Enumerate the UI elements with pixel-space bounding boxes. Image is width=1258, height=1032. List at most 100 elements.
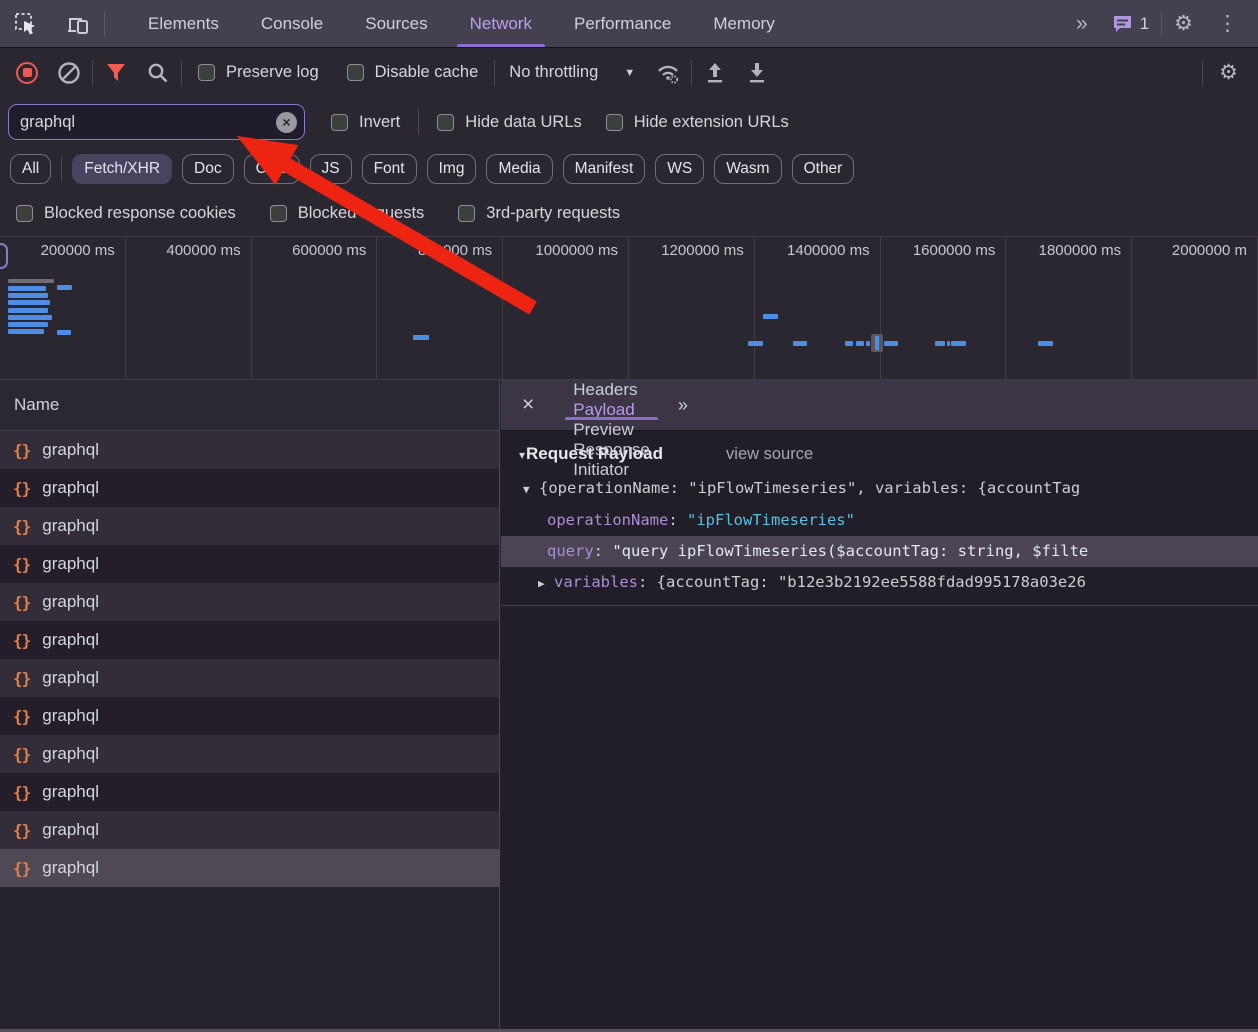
detail-tab-payload[interactable]: Payload	[555, 400, 668, 420]
third-party-checkbox[interactable]	[458, 205, 475, 222]
divider	[1202, 60, 1203, 86]
chip-img[interactable]: Img	[427, 154, 477, 184]
timeline-request-bar	[8, 315, 52, 320]
hide-extension-urls-checkbox[interactable]	[606, 114, 623, 131]
more-panels-icon[interactable]: »	[1064, 12, 1100, 36]
tab-memory[interactable]: Memory	[692, 0, 795, 47]
token-key: variables	[554, 573, 638, 591]
request-type-chips: All Fetch/XHR Doc CSS JS Font Img Media Manifest…	[0, 147, 1258, 190]
expanded-arrow-icon[interactable]: ▼	[523, 474, 539, 505]
hide-data-urls-toggle[interactable]: Hide data URLs	[425, 113, 593, 132]
request-row[interactable]: {}graphql	[0, 735, 499, 773]
detail-tab-headers[interactable]: Headers	[555, 380, 668, 400]
section-collapse-icon[interactable]: ▾	[519, 448, 525, 462]
filter-input[interactable]	[9, 113, 259, 132]
detail-tab-strip: × HeadersPayloadPreviewResponseInitiator…	[501, 380, 1258, 431]
blocked-cookies-toggle[interactable]: Blocked response cookies	[4, 204, 248, 223]
chip-ws[interactable]: WS	[655, 154, 704, 184]
chip-js[interactable]: JS	[310, 154, 352, 184]
filter-box: ×	[8, 104, 305, 140]
network-conditions-button[interactable]	[649, 56, 687, 90]
request-row[interactable]: {}graphql	[0, 469, 499, 507]
view-source-link[interactable]: view source	[726, 445, 813, 464]
invert-checkbox[interactable]	[331, 114, 348, 131]
issues-counter[interactable]: 1	[1100, 14, 1161, 34]
invert-toggle[interactable]: Invert	[319, 113, 412, 132]
payload-tree-line[interactable]: ▶variables: {accountTag: "b12e3b2192ee55…	[501, 567, 1258, 599]
third-party-toggle[interactable]: 3rd-party requests	[446, 204, 632, 223]
overview-drag-handle[interactable]	[0, 243, 8, 269]
inspect-element-icon[interactable]	[0, 0, 52, 47]
tab-performance[interactable]: Performance	[553, 0, 692, 47]
request-row[interactable]: {}graphql	[0, 811, 499, 849]
chip-all[interactable]: All	[10, 154, 51, 184]
record-network-log-button[interactable]	[8, 56, 46, 90]
chip-other[interactable]: Other	[792, 154, 855, 184]
network-overview-timeline[interactable]: 200000 ms400000 ms600000 ms800000 ms1000…	[0, 236, 1258, 380]
timeline-request-bar	[8, 308, 48, 313]
timeline-request-bar	[951, 341, 966, 346]
payload-tree-line[interactable]: query: "query ipFlowTimeseries($accountT…	[501, 536, 1258, 567]
payload-tree-line[interactable]: operationName: "ipFlowTimeseries"	[501, 505, 1258, 536]
request-row[interactable]: {}graphql	[0, 849, 499, 887]
tab-console[interactable]: Console	[240, 0, 344, 47]
tab-elements[interactable]: Elements	[127, 0, 240, 47]
disable-cache-checkbox[interactable]	[347, 64, 364, 81]
import-har-button[interactable]	[696, 56, 734, 90]
request-name: graphql	[42, 782, 99, 802]
clear-filter-icon[interactable]: ×	[276, 112, 297, 133]
chip-doc[interactable]: Doc	[182, 154, 234, 184]
hide-extension-urls-toggle[interactable]: Hide extension URLs	[594, 113, 801, 132]
request-row[interactable]: {}graphql	[0, 773, 499, 811]
filter-toggle-button[interactable]	[97, 56, 135, 90]
detail-tab-preview[interactable]: Preview	[555, 420, 668, 440]
request-name: graphql	[42, 592, 99, 612]
preserve-log-checkbox[interactable]	[198, 64, 215, 81]
request-row[interactable]: {}graphql	[0, 621, 499, 659]
request-row[interactable]: {}graphql	[0, 659, 499, 697]
chip-wasm[interactable]: Wasm	[714, 154, 781, 184]
name-column-header[interactable]: Name	[0, 380, 499, 431]
search-button[interactable]	[139, 56, 177, 90]
device-toolbar-icon[interactable]	[52, 0, 104, 47]
blocked-requests-checkbox[interactable]	[270, 205, 287, 222]
preserve-log-toggle[interactable]: Preserve log	[186, 63, 331, 82]
settings-gear-icon[interactable]: ⚙	[1162, 11, 1205, 36]
hide-data-urls-checkbox[interactable]	[437, 114, 454, 131]
timeline-request-bar	[57, 330, 71, 335]
upload-icon	[704, 61, 726, 85]
chip-fetch-xhr[interactable]: Fetch/XHR	[72, 154, 172, 184]
timeline-request-bar	[57, 285, 72, 290]
timeline-tick-label: 2000000 m	[1132, 237, 1258, 379]
throttling-dropdown[interactable]: No throttling ▼	[499, 63, 645, 82]
close-detail-icon[interactable]: ×	[501, 380, 555, 430]
detail-tab-initiator[interactable]: Initiator	[555, 460, 668, 480]
tab-network[interactable]: Network	[449, 0, 553, 47]
export-har-button[interactable]	[738, 56, 776, 90]
json-braces-icon: {}	[13, 745, 30, 764]
detail-tab-response[interactable]: Response	[555, 440, 668, 460]
json-braces-icon: {}	[13, 517, 30, 536]
chip-manifest[interactable]: Manifest	[563, 154, 646, 184]
request-row[interactable]: {}graphql	[0, 507, 499, 545]
timeline-request-bar	[8, 286, 46, 291]
request-row[interactable]: {}graphql	[0, 583, 499, 621]
blocked-requests-toggle[interactable]: Blocked requests	[258, 204, 437, 223]
timeline-tick-label: 600000 ms	[252, 237, 378, 379]
request-name: graphql	[42, 668, 99, 688]
kebab-menu-icon[interactable]: ⋮	[1205, 11, 1250, 36]
collapsed-arrow-icon[interactable]: ▶	[538, 568, 554, 599]
chip-css[interactable]: CSS	[244, 154, 300, 184]
timeline-tick-label: 1800000 ms	[1006, 237, 1132, 379]
clear-network-log-button[interactable]	[50, 56, 88, 90]
chip-media[interactable]: Media	[486, 154, 552, 184]
request-row[interactable]: {}graphql	[0, 431, 499, 469]
request-row[interactable]: {}graphql	[0, 545, 499, 583]
tab-sources[interactable]: Sources	[344, 0, 448, 47]
disable-cache-toggle[interactable]: Disable cache	[335, 63, 491, 82]
request-row[interactable]: {}graphql	[0, 697, 499, 735]
chip-font[interactable]: Font	[362, 154, 417, 184]
blocked-cookies-checkbox[interactable]	[16, 205, 33, 222]
more-detail-tabs-icon[interactable]: »	[668, 380, 696, 430]
network-settings-gear-icon[interactable]: ⚙	[1207, 60, 1250, 85]
